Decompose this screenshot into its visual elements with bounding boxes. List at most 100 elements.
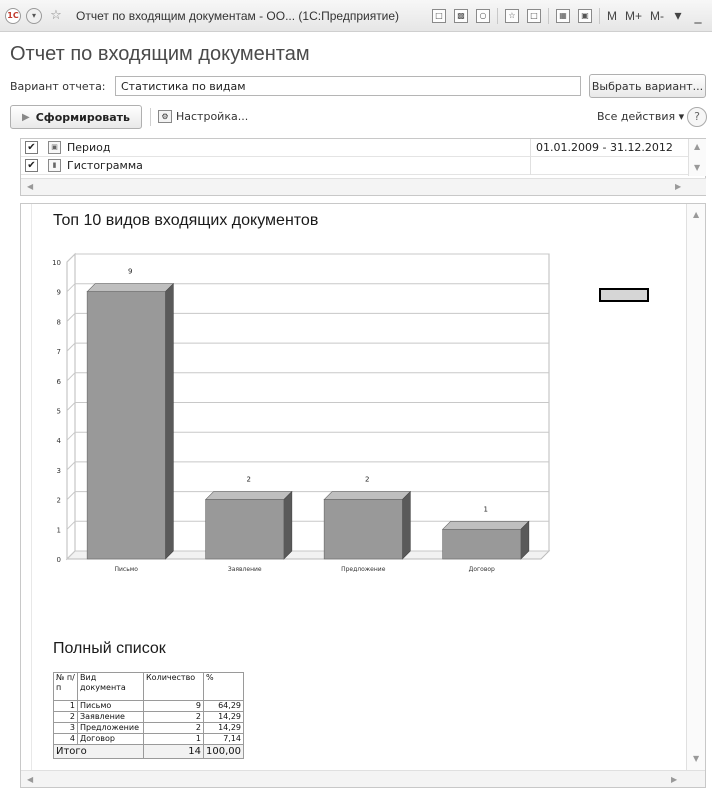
calendar-icon: ▣ [48, 141, 61, 154]
histogram-checkbox[interactable]: ✔ [25, 159, 38, 172]
data-label: 2 [365, 476, 369, 484]
table-cell: 1 [143, 733, 204, 745]
choose-variant-button[interactable]: Выбрать вариант... [589, 74, 706, 98]
save-icon[interactable]: □ [432, 8, 446, 23]
bar-top [204, 491, 293, 500]
bookmark-icon[interactable]: □ [527, 8, 541, 23]
bar-side [283, 490, 293, 560]
help-button[interactable]: ? [687, 107, 707, 127]
page-title: Отчет по входящим документам [10, 43, 310, 65]
scroll-left-icon[interactable]: ◀ [27, 775, 33, 784]
table-header: № п/п [53, 672, 78, 701]
memory-subtract-button[interactable]: M- [650, 9, 664, 23]
generate-button[interactable]: ▶ Сформировать [10, 105, 142, 129]
variant-field[interactable]: Статистика по видам [115, 76, 581, 96]
minimize-button[interactable]: _ [692, 8, 704, 24]
y-tick-label: 5 [57, 408, 61, 416]
report-area: Топ 10 видов входящих документов 0123456… [20, 203, 706, 788]
table-cell: 4 [53, 733, 78, 745]
x-tick-label: Предложение [341, 566, 386, 573]
total-label: Итого [53, 744, 144, 759]
preview-icon[interactable]: ○ [476, 8, 490, 23]
scroll-up-icon[interactable]: ▲ [693, 210, 699, 219]
y-tick-label: 10 [52, 259, 61, 267]
y-tick-label: 4 [57, 437, 62, 445]
table-cell: Письмо [77, 700, 144, 712]
back-icon[interactable]: ▾ [26, 7, 42, 24]
data-label: 1 [484, 505, 488, 513]
table-header: % [203, 672, 244, 701]
favorite-star-icon[interactable]: ☆ [48, 8, 64, 24]
report-vertical-scrollbar[interactable]: ▲ ▼ [686, 204, 705, 770]
calendar-icon[interactable]: ▣ [578, 8, 592, 23]
y-tick-label: 7 [57, 348, 61, 356]
table-cell: 14,29 [203, 722, 244, 734]
table-cell: 14,29 [203, 711, 244, 723]
star-icon[interactable]: ☆ [505, 8, 519, 23]
total-percent: 100,00 [203, 744, 244, 759]
scroll-down-icon[interactable]: ▼ [693, 754, 699, 763]
bar [86, 291, 166, 560]
settings-row-period[interactable]: ✔ ▣ Период 01.01.2009 - 31.12.2012 [21, 139, 688, 157]
table-cell: Предложение [77, 722, 144, 734]
bar [442, 528, 522, 560]
settings-link-label: Настройка... [176, 110, 249, 123]
bar-top [323, 491, 412, 500]
period-checkbox[interactable]: ✔ [25, 141, 38, 154]
data-label: 9 [128, 268, 132, 276]
table-total-row: Итого 14 100,00 [53, 744, 244, 759]
table-cell: 9 [143, 700, 204, 712]
divider [548, 7, 549, 24]
settings-row-histogram[interactable]: ✔ ▮ Гистограмма [21, 157, 688, 175]
table-cell: 3 [53, 722, 78, 734]
total-count: 14 [143, 744, 204, 759]
y-tick-label: 1 [57, 526, 61, 534]
y-tick-label: 0 [57, 556, 61, 564]
all-actions-menu[interactable]: Все действия ▾ [597, 110, 684, 123]
app-logo-icon[interactable]: 1С [5, 7, 21, 24]
scroll-up-icon[interactable]: ▲ [694, 142, 700, 151]
dropdown-icon[interactable]: ▾ [672, 8, 684, 24]
bar-side [402, 490, 411, 560]
setting-name: Период [67, 141, 111, 154]
table-cell: 2 [53, 711, 78, 723]
table-cell: 1 [53, 700, 78, 712]
table-header-row: № п/п Вид документа Количество % [53, 672, 244, 701]
memory-add-button[interactable]: M+ [625, 9, 642, 23]
scroll-right-icon[interactable]: ▶ [671, 775, 677, 784]
gridline [66, 253, 549, 263]
x-tick-label: Договор [469, 566, 495, 573]
table-row: 1 Письмо 9 64,29 [53, 700, 244, 712]
calculator-icon[interactable]: ▦ [556, 8, 570, 23]
table-cell: 2 [143, 722, 204, 734]
x-tick-label: Письмо [115, 566, 139, 573]
settings-vertical-scrollbar[interactable]: ▲ ▼ [688, 139, 706, 176]
settings-link[interactable]: ⚙ Настройка... [158, 110, 248, 123]
table-header: Вид документа [77, 672, 144, 701]
title-bar: 1С ▾ ☆ Отчет по входящим документам - ОО… [0, 0, 712, 32]
table-cell: 7,14 [203, 733, 244, 745]
list-title: Полный список [53, 640, 166, 657]
scroll-down-icon[interactable]: ▼ [694, 163, 700, 172]
bar [205, 499, 285, 560]
variant-label: Вариант отчета: [10, 80, 106, 93]
settings-horizontal-scrollbar[interactable]: ◀ ▶ [21, 178, 706, 195]
divider [150, 108, 151, 126]
table-row: 4 Договор 1 7,14 [53, 733, 244, 745]
period-value[interactable]: 01.01.2009 - 31.12.2012 [536, 141, 673, 154]
bar-side [165, 282, 174, 560]
column-divider [530, 139, 531, 175]
setting-name: Гистограмма [67, 159, 143, 172]
report-horizontal-scrollbar[interactable]: ◀ ▶ [21, 770, 705, 787]
y-tick-label: 9 [57, 289, 61, 297]
settings-grid: ✔ ▣ Период 01.01.2009 - 31.12.2012 ✔ ▮ Г… [20, 138, 706, 196]
print-icon[interactable]: ▩ [454, 8, 468, 23]
histogram-icon: ▮ [48, 159, 61, 172]
scroll-right-icon[interactable]: ▶ [675, 182, 681, 191]
bar [323, 499, 403, 560]
table-cell: Договор [77, 733, 144, 745]
scroll-left-icon[interactable]: ◀ [27, 182, 33, 191]
memory-button[interactable]: M [607, 9, 617, 23]
y-tick-label: 2 [57, 497, 61, 505]
y-tick-label: 6 [57, 378, 62, 386]
